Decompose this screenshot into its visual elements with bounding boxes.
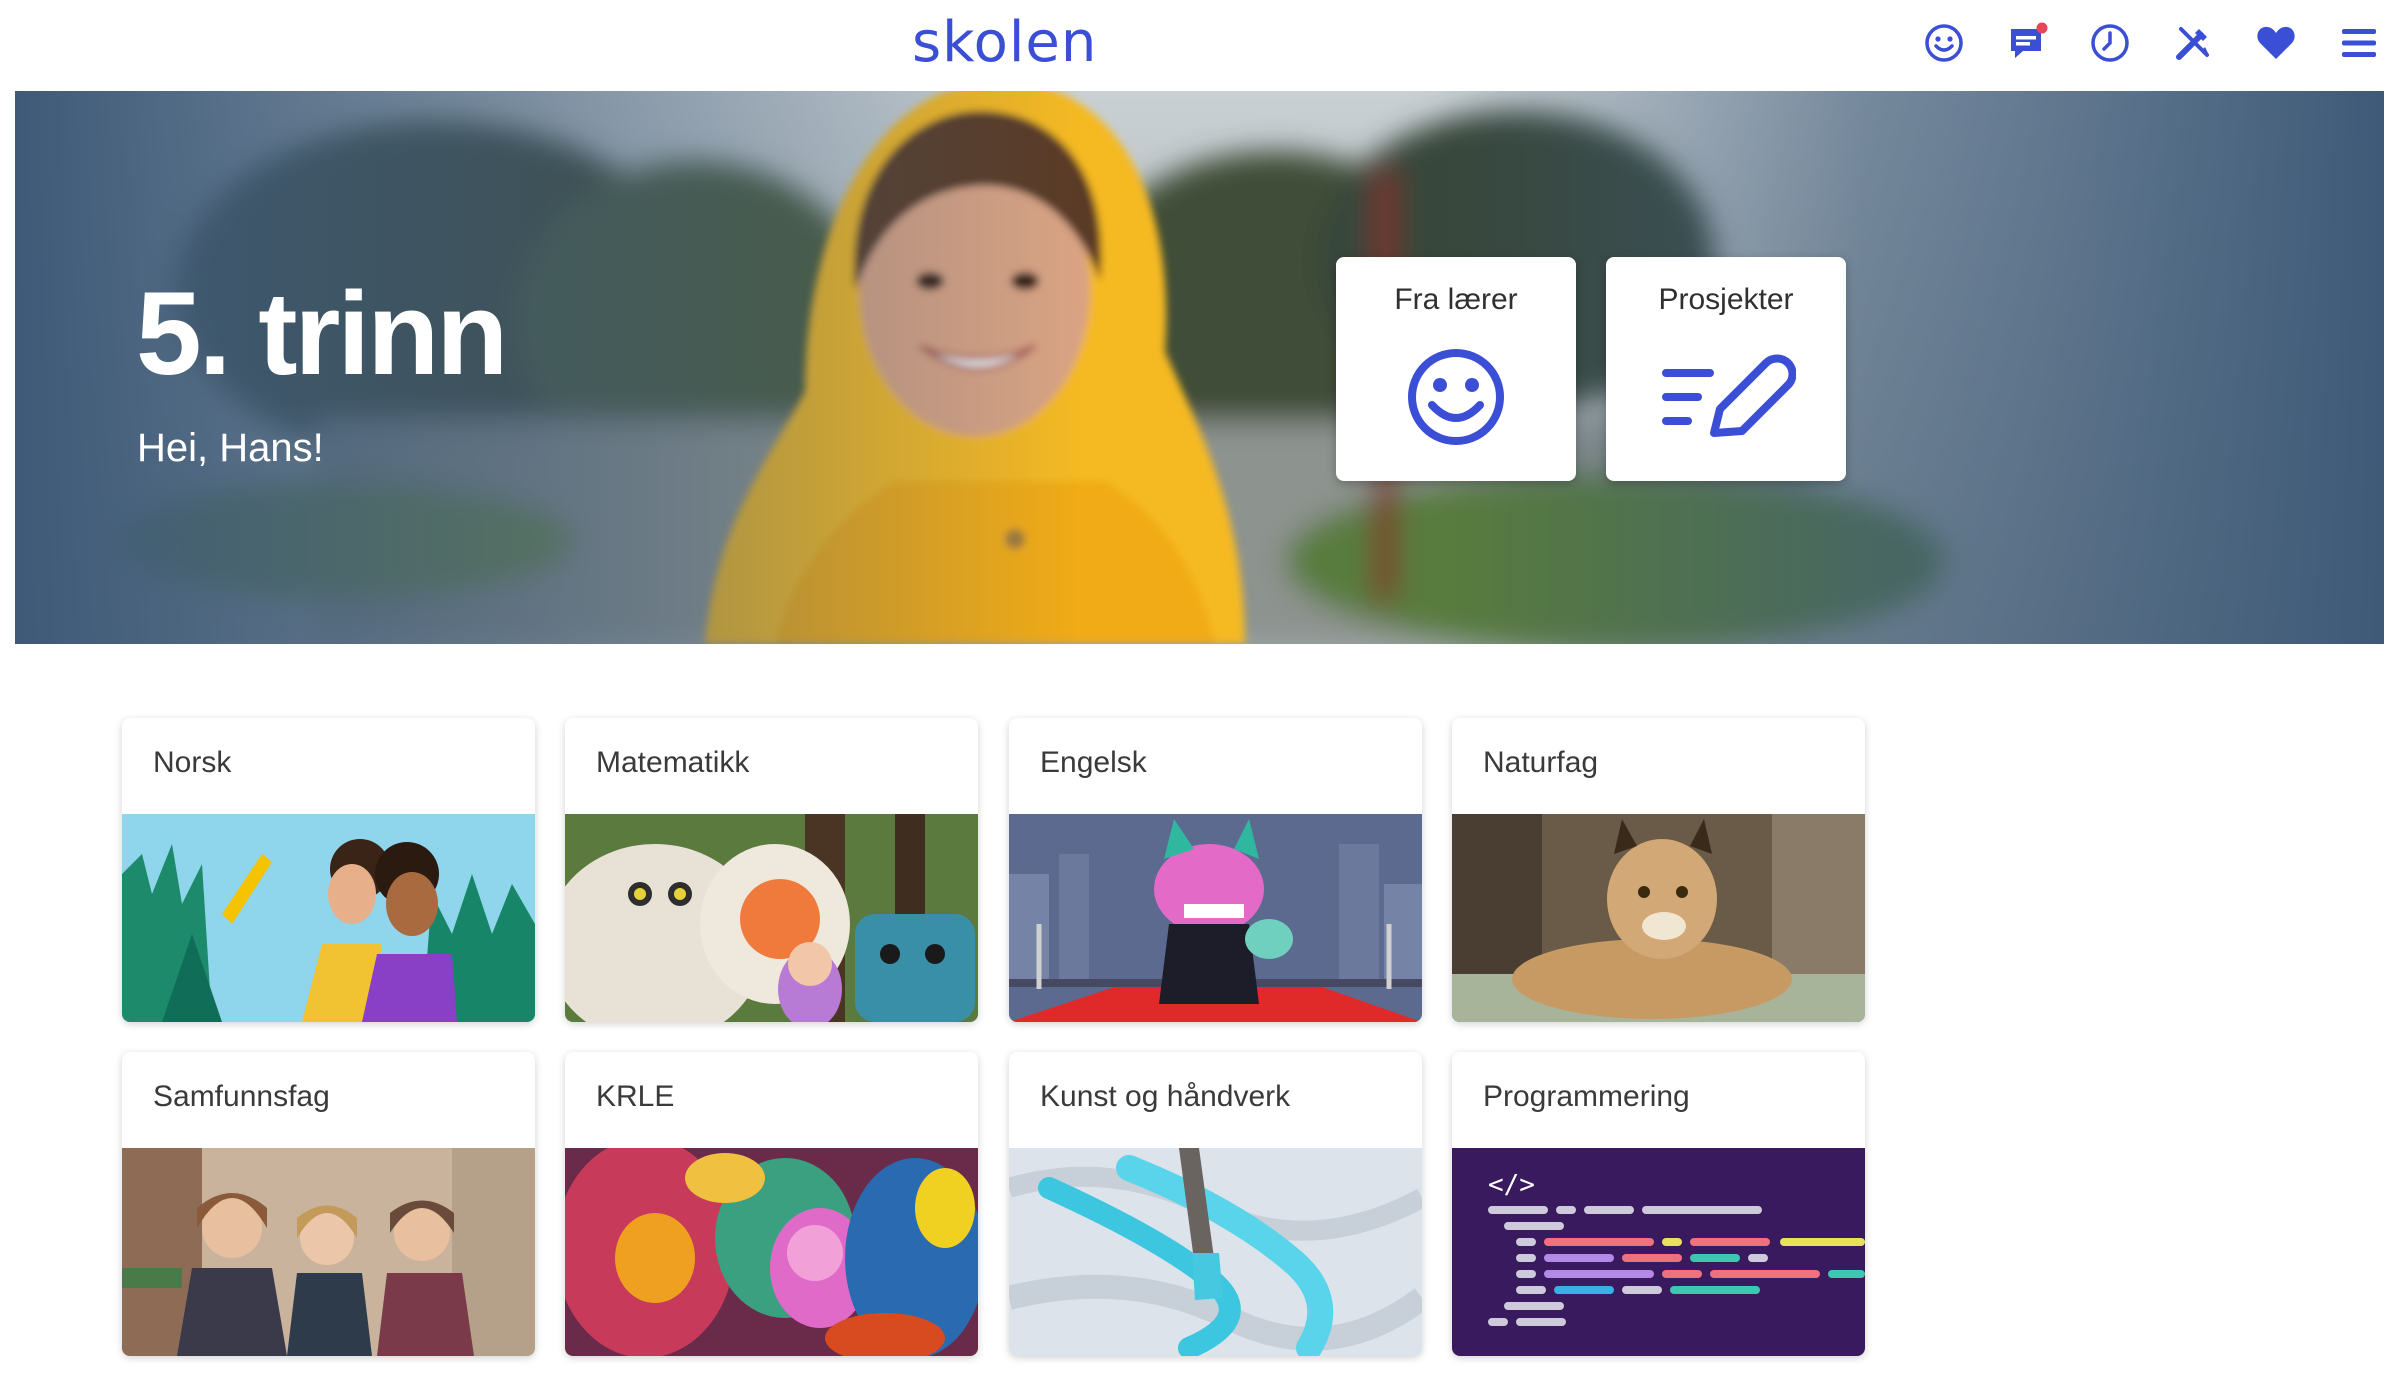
projects-label: Prosjekter [1658, 283, 1794, 316]
subject-label: Matematikk [596, 746, 750, 779]
from-teacher-label: Fra lærer [1394, 283, 1518, 316]
skolen-logo[interactable]: skolen [912, 8, 1096, 78]
subject-card-engelsk[interactable]: Engelsk [1009, 718, 1422, 1022]
hero-banner: 5. trinn Hei, Hans! Fra lærer Prosjekter [15, 91, 2384, 644]
grade-title: 5. trinn [136, 268, 508, 400]
subject-card-matematikk[interactable]: Matematikk [565, 718, 978, 1022]
heart-icon[interactable] [2251, 18, 2301, 68]
subject-label: KRLE [596, 1080, 675, 1113]
subject-label: Programmering [1483, 1080, 1690, 1113]
subject-card-programmering[interactable]: Programmering </> [1452, 1052, 1865, 1356]
subject-label: Engelsk [1040, 746, 1147, 779]
subject-label: Naturfag [1483, 746, 1599, 779]
subject-image [565, 1148, 978, 1356]
subject-card-naturfag[interactable]: Naturfag [1452, 718, 1865, 1022]
smiley-icon[interactable] [1919, 18, 1969, 68]
subject-card-samfunnsfag[interactable]: Samfunnsfag [122, 1052, 535, 1356]
subject-image [1009, 814, 1422, 1022]
from-teacher-card[interactable]: Fra lærer [1336, 257, 1576, 481]
subject-card-krle[interactable]: KRLE [565, 1052, 978, 1356]
subject-image [1452, 814, 1865, 1022]
pencil-list-icon [1662, 354, 1796, 437]
top-bar: skolen [0, 0, 2397, 90]
subject-image [565, 814, 978, 1022]
greeting-text: Hei, Hans! [137, 426, 324, 470]
menu-icon[interactable] [2334, 18, 2384, 68]
subject-card-norsk[interactable]: Norsk [122, 718, 535, 1022]
smiley-icon [1408, 349, 1504, 445]
subject-label: Samfunnsfag [153, 1080, 330, 1113]
subject-image [1009, 1148, 1422, 1356]
clock-icon[interactable] [2085, 18, 2135, 68]
subject-card-kunst-og-handverk[interactable]: Kunst og håndverk [1009, 1052, 1422, 1356]
subject-image [122, 814, 535, 1022]
subject-label: Norsk [153, 746, 232, 779]
subject-label: Kunst og håndverk [1040, 1080, 1291, 1113]
tools-icon[interactable] [2168, 18, 2218, 68]
subject-image: </> [1452, 1148, 1865, 1356]
projects-card[interactable]: Prosjekter [1606, 257, 1846, 481]
messages-icon[interactable] [2002, 18, 2052, 68]
subject-image [122, 1148, 535, 1356]
svg-text:</>: </> [1488, 1170, 1535, 1200]
